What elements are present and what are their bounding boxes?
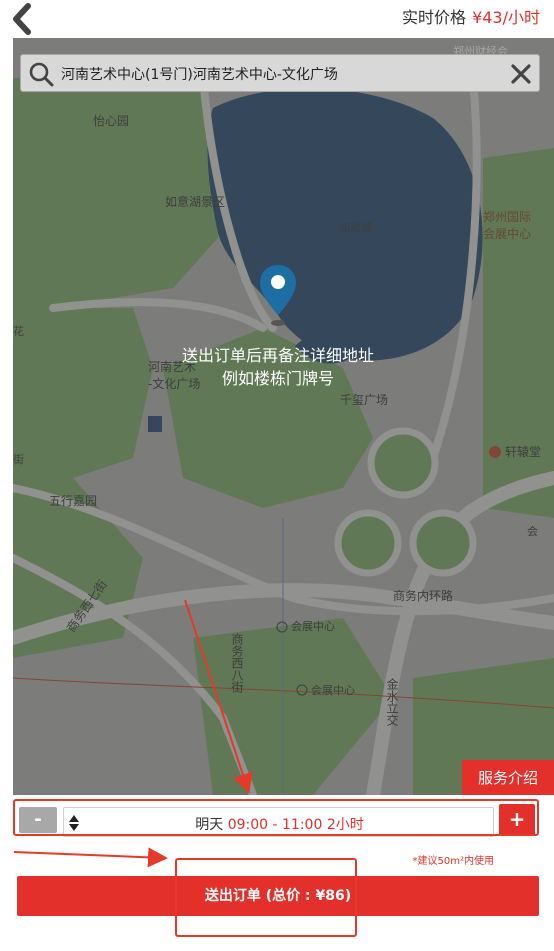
location-pin-icon[interactable] — [258, 263, 298, 329]
search-bar[interactable]: 河南艺术中心(1号门)河南艺术中心-文化广场 — [20, 54, 540, 92]
service-intro-button[interactable]: 服务介绍 — [462, 760, 554, 796]
close-icon[interactable] — [509, 62, 533, 86]
highlight-box — [13, 799, 539, 836]
search-input[interactable]: 河南艺术中心(1号门)河南艺术中心-文化广场 — [61, 64, 338, 84]
hint-line: 例如楼栋门牌号 — [221, 369, 334, 388]
map-canvas: 怡心园 如意湖景区 如意湖 郑州国际 会展中心 河南艺术 -文化广场 千玺广场 … — [13, 38, 554, 795]
back-button[interactable] — [6, 2, 40, 36]
map-view[interactable]: 怡心园 如意湖景区 如意湖 郑州国际 会展中心 河南艺术 -文化广场 千玺广场 … — [13, 38, 554, 795]
highlight-box — [175, 858, 357, 937]
area-note: *建议50m²内使用 — [412, 856, 494, 867]
chevron-left-icon — [13, 3, 31, 35]
realtime-price: 实时价格 ¥43/小时 — [402, 7, 540, 29]
search-icon[interactable] — [28, 61, 54, 87]
header-bar: 实时价格 ¥43/小时 — [0, 0, 554, 38]
address-hint: 送出订单后再备注详细地址 例如楼栋门牌号 — [143, 344, 413, 390]
hint-line: 送出订单后再备注详细地址 — [181, 346, 374, 365]
price-value: ¥43/小时 — [472, 8, 540, 27]
booking-panel: - 明天 09:00 - 11:00 2小时 + *建议50m²内使用 送出订单… — [0, 795, 554, 951]
price-label: 实时价格 — [402, 8, 467, 27]
